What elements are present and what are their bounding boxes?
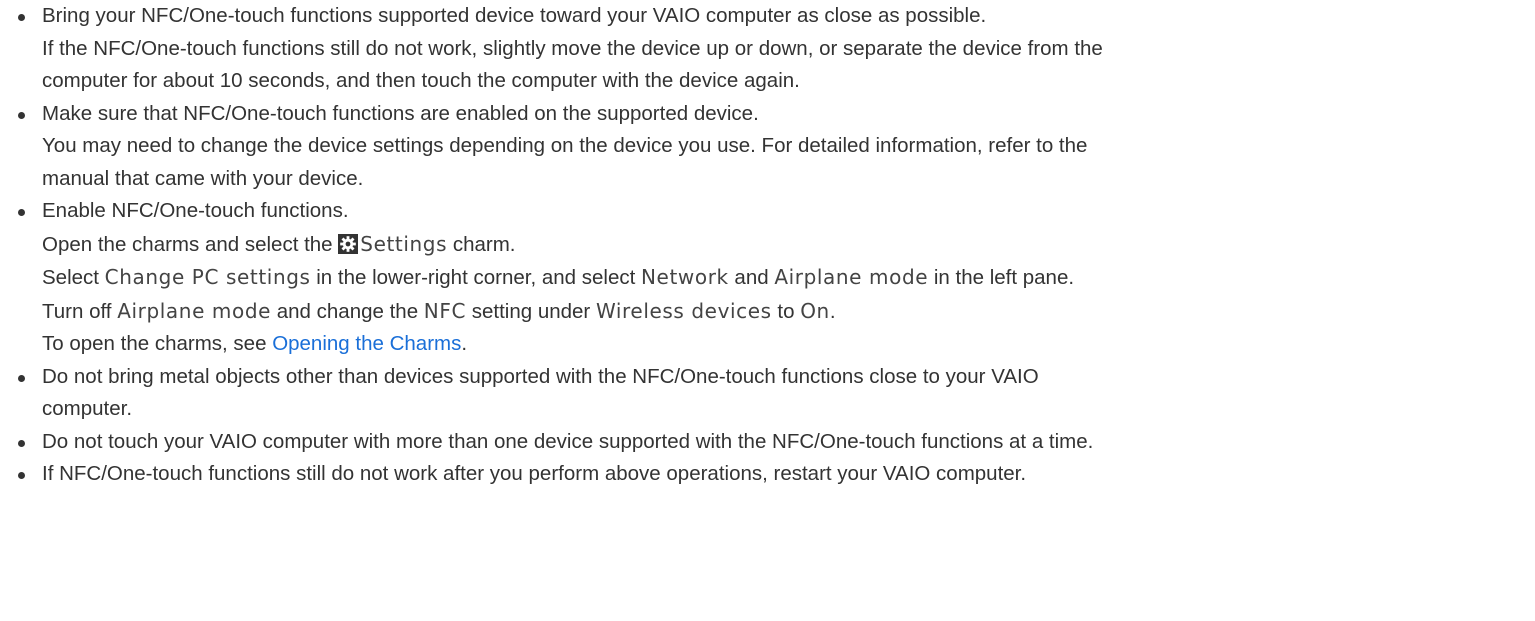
item-text: Enable NFC/One-touch functions. <box>42 199 349 222</box>
item-text: If NFC/One-touch functions still do not … <box>42 462 1027 485</box>
item-text: Make sure that NFC/One-touch functions a… <box>42 101 759 125</box>
change-pc-settings-term: Change PC settings <box>104 265 311 289</box>
list-item: Bring your NFC/One-touch functions suppo… <box>0 0 1535 98</box>
bullet-icon <box>18 439 25 447</box>
item-text-segment: in the lower-right corner, and select <box>310 266 641 289</box>
list-item: Enable NFC/One-touch functions. Open the… <box>0 195 1535 361</box>
troubleshooting-list: Bring your NFC/One-touch functions suppo… <box>0 0 1535 491</box>
item-text-segment: . <box>461 332 468 355</box>
list-item: Do not bring metal objects other than de… <box>0 361 1535 426</box>
item-text-segment: setting under <box>466 299 596 323</box>
item-text: To open the charms, see Opening the Char… <box>42 328 1535 361</box>
item-text-segment: and <box>728 266 775 289</box>
item-text-segment: and change the <box>271 299 424 323</box>
airplane-mode-term: Airplane mode <box>774 265 929 289</box>
item-text-segment: Select <box>42 266 105 289</box>
item-text: Do not touch your VAIO computer with mor… <box>42 429 1094 453</box>
item-text-segment: Turn off <box>42 299 118 323</box>
item-text-segment: To open the charms, see <box>42 332 273 355</box>
list-item: Do not touch your VAIO computer with mor… <box>0 426 1535 459</box>
list-item: Make sure that NFC/One-touch functions a… <box>0 98 1535 196</box>
item-text: Select Change PC settings in the lower-r… <box>42 261 1535 295</box>
item-text-segment: Open the charms and select the <box>42 232 339 256</box>
network-term: Network <box>641 265 729 289</box>
item-text: You may need to change the device settin… <box>42 134 1088 157</box>
bullet-icon <box>18 472 25 479</box>
item-text-segment: . <box>829 299 836 323</box>
item-text: Turn off Airplane mode and change the NF… <box>42 295 1535 329</box>
airplane-mode-term: Airplane mode <box>117 298 272 323</box>
bullet-icon <box>18 374 25 382</box>
bullet-icon <box>18 209 25 216</box>
opening-the-charms-link[interactable]: Opening the Charms <box>272 332 461 355</box>
list-item: If NFC/One-touch functions still do not … <box>0 458 1535 491</box>
item-text: Bring your NFC/One-touch functions suppo… <box>42 4 987 27</box>
item-text: computer for about 10 seconds, and then … <box>42 69 800 92</box>
bullet-icon <box>18 14 25 21</box>
item-text: If the NFC/One-touch functions still do … <box>42 36 1103 60</box>
on-term: On <box>800 298 830 323</box>
item-text: Do not bring metal objects other than de… <box>42 364 1039 388</box>
item-text: computer. <box>42 397 133 420</box>
wireless-devices-term: Wireless devices <box>595 298 772 323</box>
item-text-segment: in the left pane. <box>928 266 1075 289</box>
nfc-term: NFC <box>423 298 467 323</box>
item-text-segment: to <box>771 299 801 323</box>
settings-charm-term: Settings <box>360 231 448 256</box>
gear-icon <box>338 232 359 254</box>
item-text: manual that came with your device. <box>42 166 364 190</box>
bullet-icon <box>18 111 25 119</box>
item-text-segment: charm. <box>447 232 516 256</box>
item-text: Open the charms and select the Settings … <box>42 228 1535 262</box>
